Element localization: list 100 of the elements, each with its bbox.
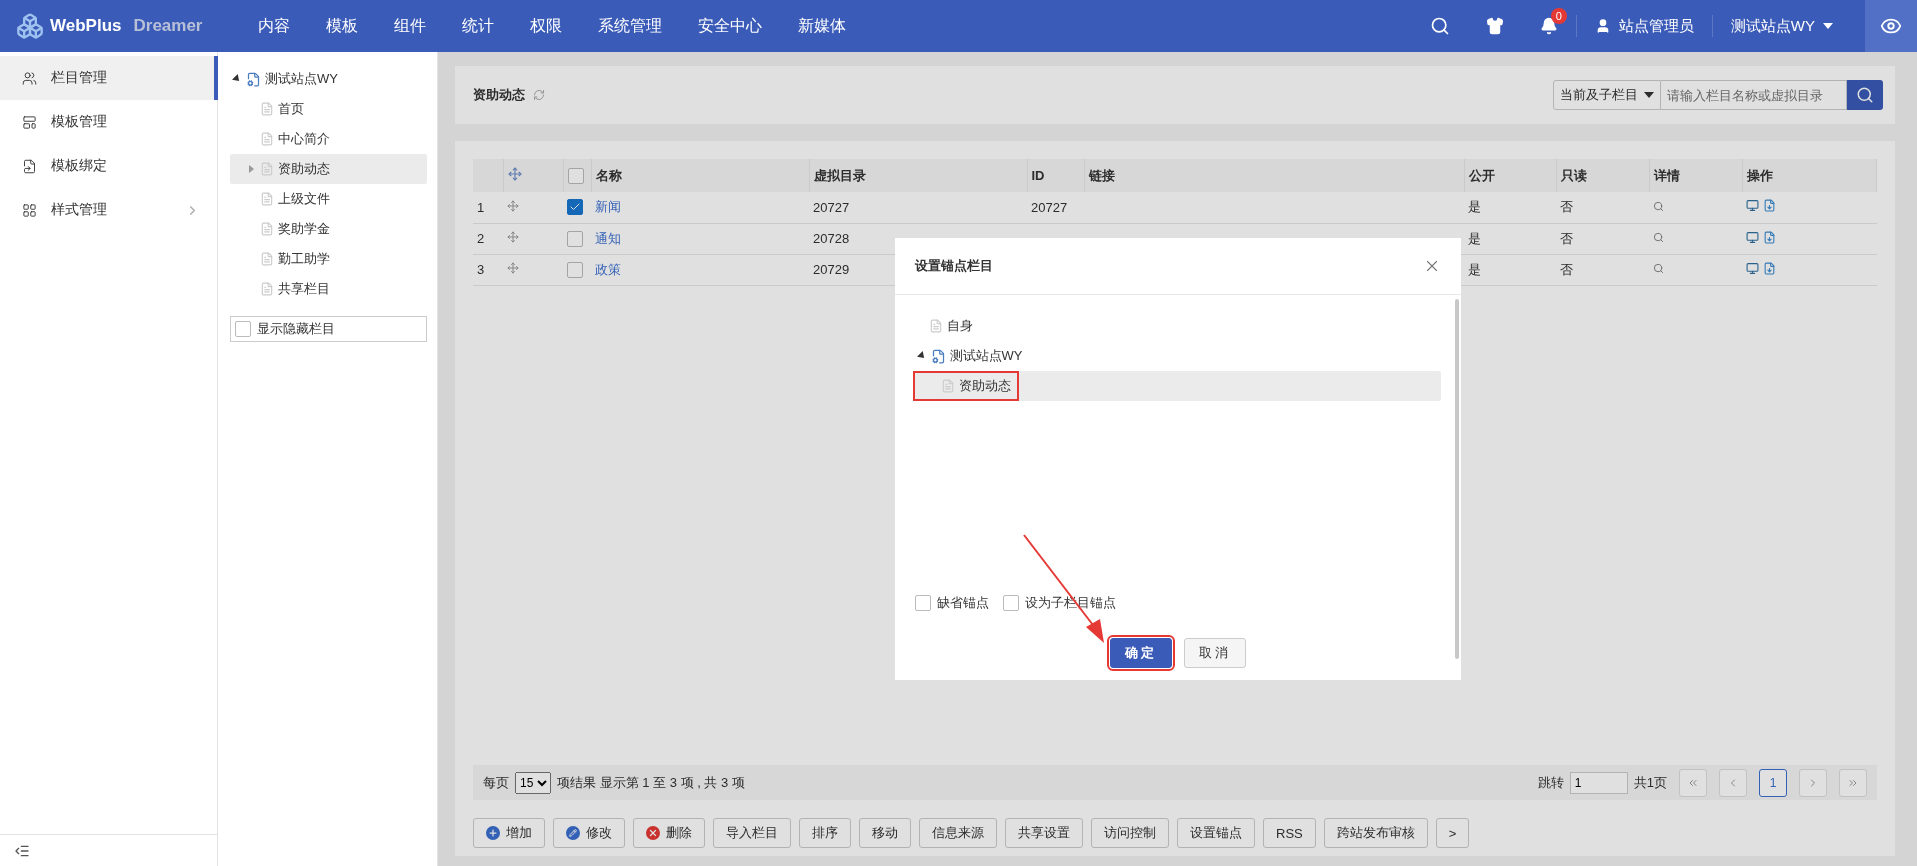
file-icon[interactable] — [1762, 261, 1776, 275]
toolbar-button[interactable]: RSS — [1263, 818, 1316, 848]
toolbar-button[interactable]: 增加 — [473, 818, 545, 848]
table-cell: 20727 — [809, 192, 1027, 223]
search-icon[interactable] — [1429, 16, 1450, 36]
row-checkbox[interactable] — [567, 261, 583, 278]
show-hidden-checkbox[interactable]: 显示隐藏栏目 — [230, 316, 427, 342]
tree-item[interactable]: 资助动态 — [230, 154, 427, 184]
toolbar-button[interactable]: 访问控制 — [1091, 818, 1169, 848]
drag-handle-icon[interactable] — [507, 262, 519, 274]
nav-item[interactable]: 安全中心 — [698, 15, 762, 37]
jump-label: 跳转 — [1537, 773, 1564, 792]
table-cell: 是 — [1464, 192, 1556, 223]
tree-item[interactable]: 测试站点WY — [230, 64, 427, 94]
search-button[interactable] — [1847, 80, 1883, 110]
tree-item[interactable]: 资助动态 — [914, 371, 1441, 401]
nav-item[interactable]: 权限 — [530, 15, 562, 37]
nav-item[interactable]: 组件 — [394, 15, 426, 37]
refresh-icon[interactable] — [533, 89, 545, 101]
site-selector[interactable]: 测试站点WY — [1730, 16, 1833, 36]
name-link[interactable]: 政策 — [595, 261, 621, 277]
drag-handle-icon[interactable] — [507, 231, 519, 243]
name-link[interactable]: 新闻 — [595, 199, 621, 215]
option-checkbox[interactable]: 设为子栏目锚点 — [1002, 594, 1116, 612]
per-page-label: 每页 — [483, 773, 509, 792]
details-icon[interactable] — [1653, 232, 1664, 243]
toolbar-button[interactable]: 信息来源 — [919, 818, 997, 848]
cancel-button[interactable]: 取消 — [1183, 638, 1246, 668]
column-header: 名称 — [591, 159, 809, 192]
details-icon[interactable] — [1653, 263, 1664, 274]
name-link[interactable]: 通知 — [595, 230, 621, 246]
nav-item[interactable]: 系统管理 — [598, 15, 662, 37]
toolbar-button[interactable]: 修改 — [553, 818, 625, 848]
nav-item[interactable]: 内容 — [258, 15, 290, 37]
toolbar-button[interactable]: > — [1435, 818, 1470, 848]
confirm-button[interactable]: 确定 — [1109, 638, 1172, 668]
tree-item[interactable]: 奖助学金 — [230, 214, 427, 244]
page-field[interactable]: 1 — [1569, 771, 1628, 794]
tree-item[interactable]: 共享栏目 — [230, 274, 427, 304]
sidebar-item[interactable]: 样式管理 — [0, 188, 218, 232]
search-icon — [1856, 86, 1874, 104]
option-checkbox[interactable]: 缺省锚点 — [914, 594, 989, 612]
table-cell: 20727 — [1031, 199, 1068, 215]
monitor-icon[interactable] — [1746, 261, 1759, 275]
select-all-checkbox[interactable] — [567, 167, 584, 184]
file-icon — [260, 282, 274, 296]
file-icon — [260, 192, 274, 206]
row-checkbox[interactable] — [567, 230, 583, 247]
tree-item[interactable]: 首页 — [230, 94, 427, 124]
logo-text: WebPlus — [50, 16, 122, 36]
grid-icon — [22, 202, 37, 218]
search-field[interactable]: 请输入栏目名称或虚拟目录 — [1661, 80, 1847, 110]
bell-icon[interactable] — [1539, 17, 1558, 35]
logo-icon — [16, 12, 44, 40]
column-header: 操作 — [1742, 159, 1877, 192]
file-icon[interactable] — [1762, 230, 1776, 244]
nav-item[interactable]: 新媒体 — [798, 15, 846, 37]
details-icon[interactable] — [1653, 200, 1664, 212]
column-header: 详情 — [1649, 159, 1742, 192]
toolbar-button[interactable]: 导入栏目 — [713, 818, 791, 848]
file-icon — [940, 379, 955, 393]
nav-item[interactable]: 模板 — [326, 15, 358, 37]
file-icon[interactable] — [1762, 199, 1776, 213]
page-button[interactable]: 1 — [1759, 768, 1787, 797]
linked-file-icon — [22, 158, 37, 174]
sidebar-item[interactable]: 栏目管理 — [0, 56, 218, 100]
sidebar-item[interactable]: 模板管理 — [0, 100, 218, 144]
tree-item[interactable]: 勤工助学 — [230, 244, 427, 274]
toolbar-button[interactable]: 设置锚点 — [1177, 818, 1255, 848]
file-icon — [260, 162, 274, 176]
toolbar-button[interactable]: 排序 — [799, 818, 851, 848]
per-page-select[interactable]: 15 — [515, 771, 551, 794]
row-checkbox[interactable] — [567, 199, 583, 216]
tree-item[interactable]: 上级文件 — [230, 184, 427, 214]
toolbar-button[interactable]: 共享设置 — [1005, 818, 1083, 848]
tree-item[interactable]: 自身 — [914, 311, 1441, 341]
table-cell: 是 — [1464, 223, 1556, 254]
shirt-icon[interactable] — [1485, 17, 1504, 35]
drag-handle-icon[interactable] — [507, 199, 519, 212]
column-header: 链接 — [1084, 159, 1464, 192]
column-header: 只读 — [1556, 159, 1649, 192]
preview-button[interactable] — [1865, 0, 1917, 52]
scope-select[interactable]: 当前及子栏目 — [1553, 80, 1661, 110]
caret-icon — [1644, 92, 1654, 98]
sidebar-item[interactable]: 模板绑定 — [0, 144, 218, 188]
notification-badge: 0 — [1550, 8, 1567, 24]
toolbar-button[interactable]: 删除 — [633, 818, 705, 848]
row-number: 3 — [473, 254, 503, 285]
toolbar-button[interactable]: 移动 — [859, 818, 911, 848]
column-header: 虚拟目录 — [809, 159, 1027, 192]
row-number: 1 — [473, 192, 503, 223]
column-header: ID — [1027, 159, 1084, 192]
monitor-icon[interactable] — [1746, 199, 1759, 213]
delete-icon — [646, 826, 660, 840]
tree-item[interactable]: 测试站点WY — [914, 341, 1441, 371]
nav-item[interactable]: 统计 — [462, 15, 494, 37]
user-menu[interactable]: 站点管理员 — [1594, 16, 1694, 36]
monitor-icon[interactable] — [1746, 230, 1759, 244]
tree-item[interactable]: 中心简介 — [230, 124, 427, 154]
toolbar-button[interactable]: 跨站发布审核 — [1323, 818, 1428, 848]
